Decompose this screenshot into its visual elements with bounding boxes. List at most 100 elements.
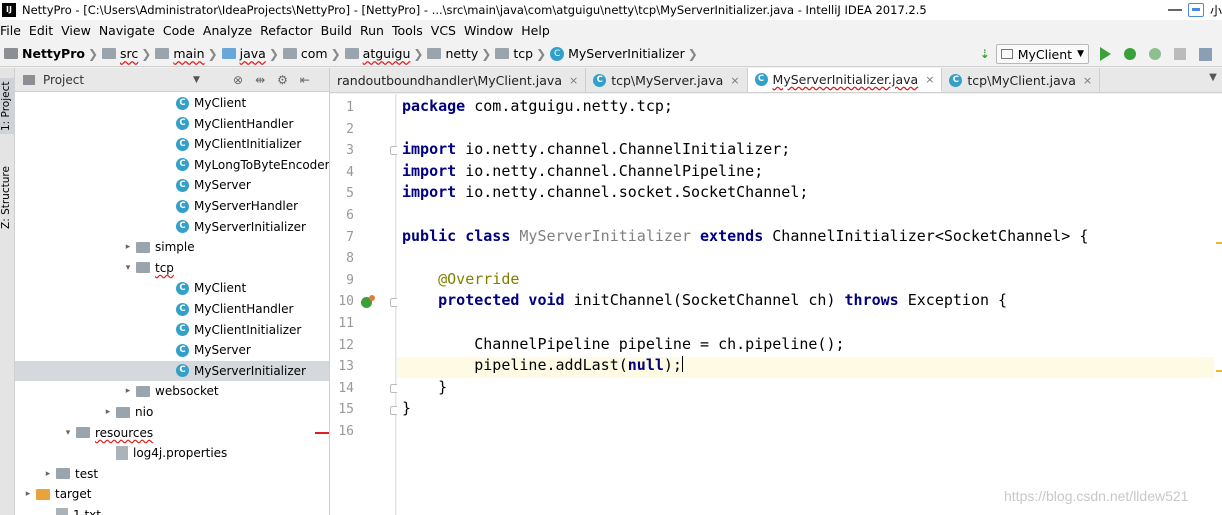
tree-item-label: MyServerHandler xyxy=(194,199,299,213)
hide-icon[interactable]: ⇤ xyxy=(300,73,310,87)
tabs-overflow-icon[interactable]: ▼ xyxy=(1204,72,1222,83)
tree-item[interactable]: C MyServerInitializer xyxy=(15,217,329,237)
build-icon[interactable]: ⇣ xyxy=(980,47,990,61)
line-number: 15 xyxy=(338,402,354,418)
tree-item[interactable]: ▸ nio xyxy=(15,402,329,422)
tree-item[interactable]: C MyClientHandler xyxy=(15,114,329,134)
warning-mark[interactable] xyxy=(1216,370,1222,372)
breadcrumb-main[interactable]: main ❯ xyxy=(151,46,218,61)
chevron-down-icon[interactable]: ▾ xyxy=(62,428,74,438)
breadcrumb-java[interactable]: java ❯ xyxy=(218,46,279,61)
tab-myserverinitializer[interactable]: C MyServerInitializer.java × xyxy=(747,68,943,92)
structure-tool-tab[interactable]: Z: Structure xyxy=(0,162,15,234)
code-editor[interactable]: package com.atguigu.netty.tcp; import io.… xyxy=(397,94,1222,515)
tab-tcp-myclient[interactable]: C tcp\MyClient.java × xyxy=(942,68,1101,92)
chevron-right-icon[interactable]: ▸ xyxy=(22,489,34,499)
warning-mark[interactable] xyxy=(1216,242,1222,244)
breadcrumb-class[interactable]: C MyServerInitializer ❯ xyxy=(546,46,698,61)
menu-view[interactable]: View xyxy=(57,23,95,38)
error-stripe[interactable] xyxy=(1214,94,1222,515)
tree-item[interactable]: ▸ websocket xyxy=(15,381,329,401)
breadcrumb-tcp[interactable]: tcp ❯ xyxy=(491,46,546,61)
project-panel-title[interactable]: Project xyxy=(43,73,84,87)
override-marker-icon[interactable] xyxy=(361,295,375,308)
tree-item[interactable]: ▸ test xyxy=(15,464,329,484)
gear-icon[interactable]: ⚙ xyxy=(277,73,288,87)
tray-text: 小 xyxy=(1209,3,1222,18)
menu-navigate[interactable]: Navigate xyxy=(95,23,159,38)
chevron-right-icon[interactable]: ▸ xyxy=(122,386,134,396)
menu-refactor[interactable]: Refactor xyxy=(256,23,316,38)
tree-item[interactable]: ▾ resources xyxy=(15,423,329,443)
menu-run[interactable]: Run xyxy=(356,23,388,38)
package-icon xyxy=(136,262,150,274)
menu-edit[interactable]: Edit xyxy=(25,23,57,38)
tab-tcp-myserver[interactable]: C tcp\MyServer.java × xyxy=(586,68,748,92)
menu-vcs[interactable]: VCS xyxy=(427,23,460,38)
intellij-app-icon: IJ xyxy=(2,3,16,17)
menu-help[interactable]: Help xyxy=(517,23,554,38)
run-config-icon xyxy=(1000,49,1013,59)
menu-code[interactable]: Code xyxy=(159,23,199,38)
breadcrumb-com[interactable]: com ❯ xyxy=(279,46,341,61)
project-structure-button[interactable] xyxy=(1197,46,1213,62)
breadcrumb-netty[interactable]: netty ❯ xyxy=(423,46,491,61)
menu-file[interactable]: File xyxy=(0,23,25,38)
run-configuration-select[interactable]: MyClient ▼ xyxy=(995,44,1089,64)
tree-item[interactable]: C MyClientHandler xyxy=(15,299,329,319)
breadcrumb-label: com xyxy=(300,46,328,61)
tree-item[interactable]: C MyServerHandler xyxy=(15,196,329,216)
tab-label: randoutboundhandler\MyClient.java xyxy=(337,72,562,88)
close-icon[interactable]: × xyxy=(569,74,578,87)
debug-button[interactable] xyxy=(1122,46,1138,62)
chevron-right-icon[interactable]: ▸ xyxy=(42,469,54,479)
tree-item[interactable]: C MyServer xyxy=(15,340,329,360)
close-icon[interactable]: × xyxy=(925,73,934,86)
collapse-all-icon[interactable]: ⇹ xyxy=(255,73,265,87)
title-bar: IJ NettyPro - [C:\Users\Administrator\Id… xyxy=(0,0,1222,20)
locate-icon[interactable]: ⊗ xyxy=(233,73,243,87)
menu-window[interactable]: Window xyxy=(460,23,517,38)
tree-item[interactable]: C MyLongToByteEncoder xyxy=(15,155,329,175)
tree-item[interactable]: C MyClient xyxy=(15,278,329,298)
tree-item[interactable]: 1.txt xyxy=(15,505,329,515)
minimize-icon[interactable] xyxy=(1167,9,1182,11)
run-button[interactable] xyxy=(1097,46,1113,62)
tree-item[interactable]: ▸ target xyxy=(15,484,329,504)
code-token: import xyxy=(402,140,457,159)
error-stripe-mark xyxy=(315,432,329,434)
tab-randoutboundhandler-myclient[interactable]: randoutboundhandler\MyClient.java × xyxy=(330,68,587,92)
tree-item[interactable]: C MyClient xyxy=(15,93,329,113)
chevron-down-icon[interactable]: ▾ xyxy=(122,263,134,273)
runnable-class-icon: C xyxy=(176,343,189,357)
tree-item[interactable]: C MyServerInitializer xyxy=(15,360,329,381)
breadcrumb-src[interactable]: src ❯ xyxy=(98,46,151,61)
tab-label: MyServerInitializer.java xyxy=(772,71,919,87)
runnable-class-icon: C xyxy=(176,281,189,295)
code-token: pipeline.addLast( xyxy=(402,356,628,375)
breadcrumb-project[interactable]: NettyPro ❯ xyxy=(0,46,98,61)
tree-item[interactable]: ▸ simple xyxy=(15,237,329,257)
tree-item[interactable]: C MyClientInitializer xyxy=(15,134,329,154)
stop-button[interactable] xyxy=(1172,46,1188,62)
tree-item[interactable]: log4j.properties xyxy=(15,443,329,463)
chevron-down-icon[interactable]: ▼ xyxy=(193,75,200,85)
project-tool-tab[interactable]: 1: Project xyxy=(0,78,15,134)
chevron-right-icon[interactable]: ▸ xyxy=(102,407,114,417)
text-cursor xyxy=(681,356,683,373)
tree-item[interactable]: C MyClientInitializer xyxy=(15,320,329,340)
menu-tools[interactable]: Tools xyxy=(388,23,427,38)
line-number: 1 xyxy=(346,100,354,115)
resources-folder-icon xyxy=(76,427,90,439)
close-icon[interactable]: × xyxy=(730,74,739,87)
menu-build[interactable]: Build xyxy=(317,23,356,38)
tv-tray-icon[interactable] xyxy=(1187,3,1204,17)
close-icon[interactable]: × xyxy=(1083,74,1092,87)
chevron-right-icon[interactable]: ▸ xyxy=(122,242,134,252)
tree-item[interactable]: ▾ tcp xyxy=(15,258,329,278)
tree-item[interactable]: C MyServer xyxy=(15,175,329,195)
menu-analyze[interactable]: Analyze xyxy=(199,23,256,38)
code-token: initChannel(SocketChannel ch) xyxy=(564,291,845,310)
breadcrumb-atguigu[interactable]: atguigu ❯ xyxy=(341,46,423,61)
coverage-button[interactable] xyxy=(1147,46,1163,62)
